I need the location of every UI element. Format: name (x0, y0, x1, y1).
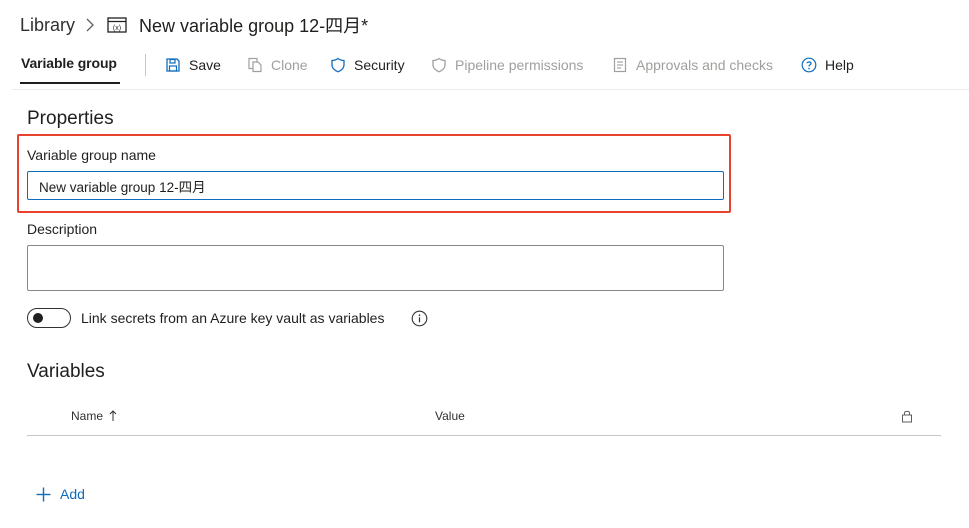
add-variable-label: Add (60, 486, 85, 502)
page-title: New variable group 12-四月* (139, 16, 369, 36)
save-label: Save (189, 57, 221, 73)
variable-group-name-label: Variable group name (27, 147, 156, 163)
approvals-and-checks-button[interactable]: Approvals and checks (612, 54, 773, 76)
variable-group-icon: (x) (107, 17, 127, 33)
description-label: Description (27, 221, 98, 237)
toolbar-divider (145, 54, 146, 76)
name-column-header[interactable]: Name (71, 409, 117, 423)
variables-heading: Variables (27, 361, 105, 382)
clone-label: Clone (271, 57, 308, 73)
chevron-right-icon (85, 18, 95, 32)
link-secrets-toggle[interactable] (27, 308, 71, 328)
breadcrumb-library-link[interactable]: Library (20, 15, 75, 36)
lock-icon (901, 409, 913, 423)
checklist-icon (612, 57, 628, 73)
save-button[interactable]: Save (165, 54, 221, 76)
table-header-divider (27, 435, 941, 436)
toggle-knob (33, 313, 43, 323)
link-secrets-label: Link secrets from an Azure key vault as … (81, 310, 385, 326)
toolbar: Variable group Save Clone Security Pipel… (0, 46, 969, 88)
add-variable-button[interactable]: Add (35, 484, 85, 504)
security-button[interactable]: Security (330, 54, 405, 76)
clone-button[interactable]: Clone (247, 54, 308, 76)
security-label: Security (354, 57, 405, 73)
shield-icon (330, 57, 346, 73)
tab-variable-group[interactable]: Variable group (21, 55, 117, 71)
variable-group-editor: Library (x) New variable group 12-四月* Va… (0, 0, 969, 528)
help-icon (801, 57, 817, 73)
approvals-and-checks-label: Approvals and checks (636, 57, 773, 73)
properties-heading: Properties (27, 108, 114, 129)
info-icon[interactable] (411, 310, 428, 327)
clone-icon (247, 57, 263, 73)
plus-icon (35, 486, 52, 503)
shield-icon (431, 57, 447, 73)
pipeline-permissions-button[interactable]: Pipeline permissions (431, 54, 583, 76)
description-textarea[interactable] (27, 245, 724, 291)
help-label: Help (825, 57, 854, 73)
svg-text:(x): (x) (113, 25, 121, 32)
sort-ascending-icon (109, 410, 117, 422)
name-column-label: Name (71, 409, 104, 423)
pipeline-permissions-label: Pipeline permissions (455, 57, 584, 73)
save-icon (165, 57, 181, 73)
value-column-header[interactable]: Value (435, 409, 465, 423)
variable-group-name-input[interactable] (27, 171, 724, 200)
tab-active-indicator (20, 82, 120, 84)
help-button[interactable]: Help (801, 54, 854, 76)
breadcrumb: Library (x) New variable group 12-四月* (20, 12, 368, 38)
header-divider (12, 89, 969, 90)
